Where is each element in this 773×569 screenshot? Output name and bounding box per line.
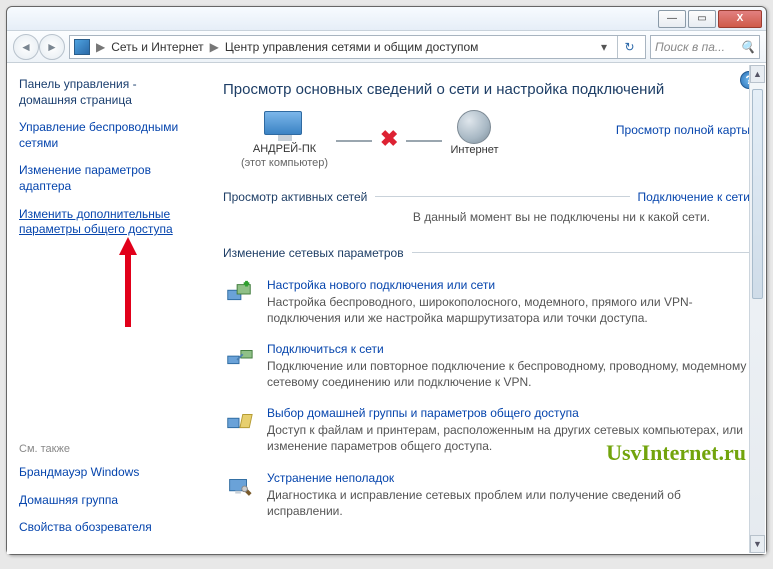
sidebar-wireless-link[interactable]: Управление беспроводными сетями bbox=[19, 120, 195, 151]
globe-icon bbox=[457, 110, 491, 144]
address-bar[interactable]: ▶ Сеть и Интернет ▶ Центр управления сет… bbox=[69, 35, 646, 59]
item-title: Устранение неполадок bbox=[267, 471, 750, 485]
close-button[interactable]: X bbox=[718, 10, 762, 28]
sidebar-home-link[interactable]: Панель управления - домашняя страница bbox=[19, 77, 195, 108]
vertical-scrollbar[interactable]: ▲ ▼ bbox=[749, 65, 765, 553]
breadcrumb-seg-network[interactable]: Сеть и Интернет bbox=[111, 40, 203, 54]
sidebar-adapter-link[interactable]: Изменение параметров адаптера bbox=[19, 163, 195, 194]
control-panel-window: — ▭ X ◄ ► ▶ Сеть и Интернет ▶ Центр упра… bbox=[6, 6, 767, 555]
troubleshoot-icon bbox=[223, 471, 255, 503]
node-internet[interactable]: Интернет bbox=[450, 110, 498, 172]
window-titlebar: — ▭ X bbox=[7, 7, 766, 31]
minimize-button[interactable]: — bbox=[658, 10, 686, 28]
connect-network-icon bbox=[223, 342, 255, 374]
main-panel: ? Просмотр основных сведений о сети и на… bbox=[207, 63, 766, 554]
item-new-connection[interactable]: Настройка нового подключения или сети На… bbox=[223, 268, 750, 332]
sidebar-homegroup-link[interactable]: Домашняя группа bbox=[19, 493, 195, 509]
node-this-pc[interactable]: АНДРЕЙ-ПК (этот компьютер) bbox=[241, 111, 328, 171]
item-connect-network[interactable]: Подключиться к сети Подключение или повт… bbox=[223, 332, 750, 396]
item-troubleshoot[interactable]: Устранение неполадок Диагностика и испра… bbox=[223, 461, 750, 525]
search-icon: 🔍 bbox=[740, 40, 755, 54]
item-title: Настройка нового подключения или сети bbox=[267, 278, 750, 292]
breadcrumb-sep-icon: ▶ bbox=[210, 40, 219, 54]
watermark-text: UsvInternet.ru bbox=[606, 440, 746, 466]
settings-items: Настройка нового подключения или сети На… bbox=[223, 268, 750, 526]
item-title: Подключиться к сети bbox=[267, 342, 750, 356]
search-placeholder: Поиск в па... bbox=[655, 40, 725, 54]
homegroup-icon bbox=[223, 406, 255, 438]
new-connection-icon bbox=[223, 278, 255, 310]
nav-arrows: ◄ ► bbox=[13, 34, 65, 60]
item-desc: Настройка беспроводного, широкополосного… bbox=[267, 294, 750, 326]
map-link-line bbox=[336, 140, 372, 142]
scroll-thumb[interactable] bbox=[752, 89, 763, 299]
breadcrumb-sep-icon: ▶ bbox=[96, 40, 105, 54]
node-internet-label: Интернет bbox=[450, 144, 498, 158]
computer-icon bbox=[264, 111, 306, 143]
node-pc-sublabel: (этот компьютер) bbox=[241, 157, 328, 171]
search-input[interactable]: Поиск в па... 🔍 bbox=[650, 35, 760, 59]
sidebar-see-also-header: См. также bbox=[19, 443, 195, 455]
nav-toolbar: ◄ ► ▶ Сеть и Интернет ▶ Центр управления… bbox=[7, 31, 766, 63]
content-area: Панель управления - домашняя страница Уп… bbox=[7, 63, 766, 554]
page-title: Просмотр основных сведений о сети и наст… bbox=[223, 81, 750, 98]
sidebar: Панель управления - домашняя страница Уп… bbox=[7, 63, 207, 554]
sidebar-internet-options-link[interactable]: Свойства обозревателя bbox=[19, 520, 195, 536]
nav-back-button[interactable]: ◄ bbox=[13, 34, 39, 60]
item-desc: Подключение или повторное подключение к … bbox=[267, 358, 750, 390]
breadcrumb-seg-sharing-center[interactable]: Центр управления сетями и общим доступом bbox=[225, 40, 479, 54]
scroll-up-button[interactable]: ▲ bbox=[750, 65, 765, 83]
network-center-icon bbox=[74, 39, 90, 55]
sidebar-firewall-link[interactable]: Брандмауэр Windows bbox=[19, 465, 195, 481]
no-networks-text: В данный момент вы не подключены ни к ка… bbox=[223, 210, 750, 224]
item-desc: Диагностика и исправление сетевых пробле… bbox=[267, 487, 750, 519]
node-pc-label: АНДРЕЙ-ПК bbox=[253, 143, 316, 157]
network-map: АНДРЕЙ-ПК (этот компьютер) ✖ Интернет bbox=[241, 110, 750, 172]
map-link-line bbox=[406, 140, 442, 142]
maximize-button[interactable]: ▭ bbox=[688, 10, 716, 28]
refresh-button[interactable]: ↻ bbox=[617, 36, 641, 58]
address-dropdown-icon[interactable]: ▾ bbox=[597, 40, 611, 54]
scroll-down-button[interactable]: ▼ bbox=[750, 535, 765, 553]
map-disconnected-icon: ✖ bbox=[380, 126, 398, 152]
nav-forward-button[interactable]: ► bbox=[39, 34, 65, 60]
item-title: Выбор домашней группы и параметров общег… bbox=[267, 406, 750, 420]
connect-to-network-link[interactable]: Подключение к сети bbox=[638, 190, 750, 204]
sidebar-advanced-sharing-link[interactable]: Изменить дополнительные параметры общего… bbox=[19, 207, 195, 238]
change-settings-header: Изменение сетевых параметров bbox=[223, 246, 750, 260]
active-networks-header: Просмотр активных сетей Подключение к се… bbox=[223, 190, 750, 204]
